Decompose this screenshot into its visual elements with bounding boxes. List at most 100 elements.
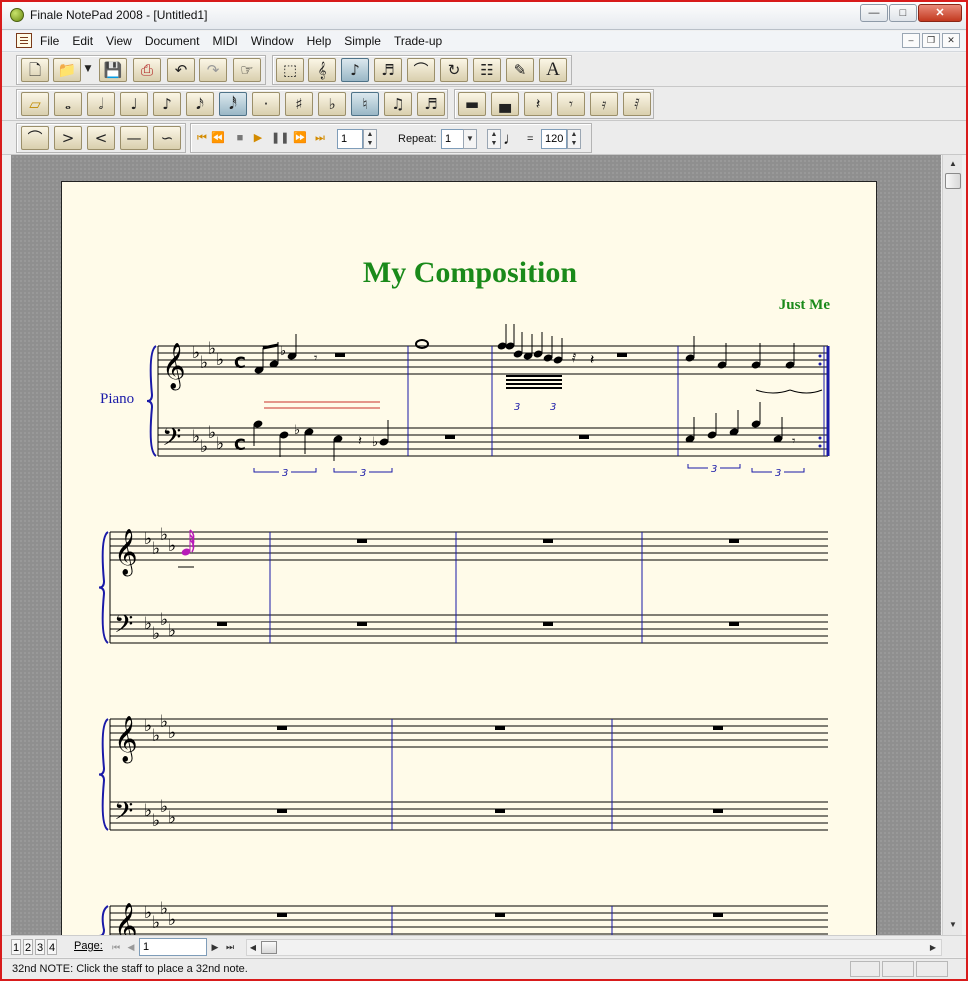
doc-restore-button[interactable]: ❐: [922, 33, 940, 48]
menu-help[interactable]: Help: [307, 34, 332, 48]
repeat-label: Repeat:: [398, 133, 437, 145]
menu-midi[interactable]: MIDI: [213, 34, 238, 48]
menu-file[interactable]: File: [40, 34, 59, 48]
close-button[interactable]: ✕: [918, 4, 962, 22]
first-page-icon[interactable]: ⏮: [109, 939, 123, 955]
rest-tool-group: ▬ ▄ 𝄽 𝄾 𝄿 𝅀: [454, 89, 654, 119]
quarter-rest-icon[interactable]: 𝄽: [524, 92, 552, 116]
doc-minimize-button[interactable]: –: [902, 33, 920, 48]
text-tool-icon[interactable]: A: [539, 58, 567, 82]
next-page-icon[interactable]: ▶: [208, 939, 222, 955]
whole-note-icon[interactable]: 𝅝: [54, 92, 82, 116]
half-note-icon[interactable]: 𝅗𝅥: [87, 92, 115, 116]
menu-edit[interactable]: Edit: [72, 34, 93, 48]
undo-icon[interactable]: ↶: [167, 58, 195, 82]
thirty-second-rest-icon[interactable]: 𝅀: [623, 92, 651, 116]
scroll-right-icon[interactable]: ▶: [927, 940, 939, 955]
play-icon[interactable]: ▶: [251, 130, 265, 146]
repeat-tool-icon[interactable]: ↻: [440, 58, 468, 82]
document-menu-icon[interactable]: [16, 33, 32, 48]
line-icon[interactable]: —: [120, 126, 148, 150]
fast-forward-icon[interactable]: ⏩: [293, 130, 307, 146]
eighth-rest-icon[interactable]: 𝄾: [557, 92, 585, 116]
start-measure-field[interactable]: 1: [337, 129, 363, 149]
lyrics-tool-icon[interactable]: ✎: [506, 58, 534, 82]
stop-icon[interactable]: ■: [233, 130, 247, 146]
go-to-start-icon[interactable]: ⏮: [195, 130, 209, 146]
sixteenth-note-icon[interactable]: 𝅘𝅥𝅯: [186, 92, 214, 116]
selection-tool-icon[interactable]: ⬚: [276, 58, 304, 82]
print-icon[interactable]: ⎙: [133, 58, 161, 82]
horizontal-scroll-thumb[interactable]: [261, 941, 277, 954]
decrescendo-icon[interactable]: >: [54, 126, 82, 150]
whole-rest-icon[interactable]: ▬: [458, 92, 486, 116]
scroll-down-icon[interactable]: ▼: [945, 917, 961, 933]
repeat-dropdown-icon[interactable]: ▼: [463, 129, 477, 149]
quarter-note-icon[interactable]: ♩: [120, 92, 148, 116]
flat-icon[interactable]: ♭: [318, 92, 346, 116]
menu-simple[interactable]: Simple: [344, 34, 381, 48]
repeat-select[interactable]: 1: [441, 129, 465, 149]
pause-icon[interactable]: ❚❚: [271, 130, 289, 146]
vertical-scrollbar[interactable]: ▲ ▼: [942, 155, 962, 935]
page-number-field[interactable]: 1: [139, 938, 207, 956]
go-to-end-icon[interactable]: ⏭: [313, 130, 327, 146]
score-page[interactable]: My Composition Just Me Piano 𝄞 𝄢 ♭ ♭ ♭ ♭ ♭ ♭ ♭ ♭ C…: [61, 181, 877, 935]
rewind-icon[interactable]: ⏪: [211, 130, 225, 146]
page-tab-3[interactable]: 3: [35, 939, 45, 955]
tuplet-tool-icon[interactable]: ♬: [374, 58, 402, 82]
menu-window[interactable]: Window: [251, 34, 294, 48]
smart-shape-tool-icon[interactable]: ⌒: [407, 58, 435, 82]
eraser-icon[interactable]: ▱: [21, 92, 49, 116]
system-1[interactable]: 𝄞𝄢♭ ♭♭♭♭ ♭♭♭CC♭ 𝄾♭𝄽 ♭3 3𝅀 𝄽3 3𝄾3 3: [146, 324, 830, 479]
new-icon[interactable]: 🗋: [21, 58, 49, 82]
start-measure-stepper[interactable]: ▲ ▼: [363, 129, 377, 149]
bend-line-icon[interactable]: ∽: [153, 126, 181, 150]
dot-icon[interactable]: ·: [252, 92, 280, 116]
hand-grabber-icon[interactable]: ☞: [233, 58, 261, 82]
scroll-up-icon[interactable]: ▲: [945, 156, 961, 172]
last-page-icon[interactable]: ⏭: [223, 939, 237, 955]
half-rest-icon[interactable]: ▄: [491, 92, 519, 116]
whole-rest: [495, 913, 505, 917]
simple-entry-tool-icon[interactable]: ♪: [341, 58, 369, 82]
minimize-button[interactable]: —: [860, 4, 888, 22]
whole-rest: [217, 622, 227, 626]
sharp-icon[interactable]: ♯: [285, 92, 313, 116]
slur-icon[interactable]: ⌒: [21, 126, 49, 150]
page-tab-1[interactable]: 1: [11, 939, 21, 955]
tie-icon[interactable]: ♫: [384, 92, 412, 116]
dropdown-arrow-icon[interactable]: ▼: [83, 58, 93, 82]
system-2[interactable]: 𝄞𝄢♭ ♭♭♭♭ ♭♭♭: [98, 525, 828, 645]
menu-view[interactable]: View: [106, 34, 132, 48]
eighth-note-icon[interactable]: ♪: [153, 92, 181, 116]
system-4[interactable]: 𝄞 ♭ ♭♭♭: [98, 899, 828, 935]
staff-tool-icon[interactable]: 𝄞: [308, 58, 336, 82]
tempo-value-stepper[interactable]: ▲ ▼: [567, 129, 581, 149]
tempo-field[interactable]: 120: [541, 129, 567, 149]
menu-document[interactable]: Document: [145, 34, 200, 48]
crescendo-icon[interactable]: <: [87, 126, 115, 150]
measure-tool-icon[interactable]: ☷: [473, 58, 501, 82]
score-workspace[interactable]: My Composition Just Me Piano 𝄞 𝄢 ♭ ♭ ♭ ♭ ♭ ♭ ♭ ♭ C…: [11, 155, 941, 935]
horizontal-scrollbar[interactable]: ◀ ▶: [246, 939, 942, 956]
redo-icon[interactable]: ↷: [199, 58, 227, 82]
scroll-left-icon[interactable]: ◀: [247, 940, 259, 955]
save-icon[interactable]: 💾: [99, 58, 127, 82]
thirty-second-note-icon[interactable]: 𝅘𝅥𝅰: [219, 92, 247, 116]
natural-icon[interactable]: ♮: [351, 92, 379, 116]
tempo-stepper[interactable]: ▲ ▼: [487, 129, 501, 149]
page-tab-4[interactable]: 4: [47, 939, 57, 955]
tuplet-icon[interactable]: ♬: [417, 92, 445, 116]
open-icon[interactable]: 📁: [53, 58, 81, 82]
maximize-button[interactable]: □: [889, 4, 917, 22]
sixteenth-rest-icon[interactable]: 𝄿: [590, 92, 618, 116]
doc-close-button[interactable]: ✕: [942, 33, 960, 48]
quarter-rest: 𝄽: [358, 434, 362, 449]
music-notation[interactable]: 𝄞𝄢♭ ♭♭♭♭ ♭♭♭CC♭ 𝄾♭𝄽 ♭3 3𝅀 𝄽3 3𝄾3 3 𝄞𝄢♭ ♭♭♭♭ ♭♭♭ 𝄞𝄢…: [62, 182, 878, 935]
page-tab-2[interactable]: 2: [23, 939, 33, 955]
menu-trade-up[interactable]: Trade-up: [394, 34, 442, 48]
system-3[interactable]: 𝄞𝄢♭ ♭♭♭♭ ♭♭♭: [98, 712, 828, 832]
vertical-scroll-thumb[interactable]: [945, 173, 961, 189]
previous-page-icon[interactable]: ◀: [124, 939, 138, 955]
